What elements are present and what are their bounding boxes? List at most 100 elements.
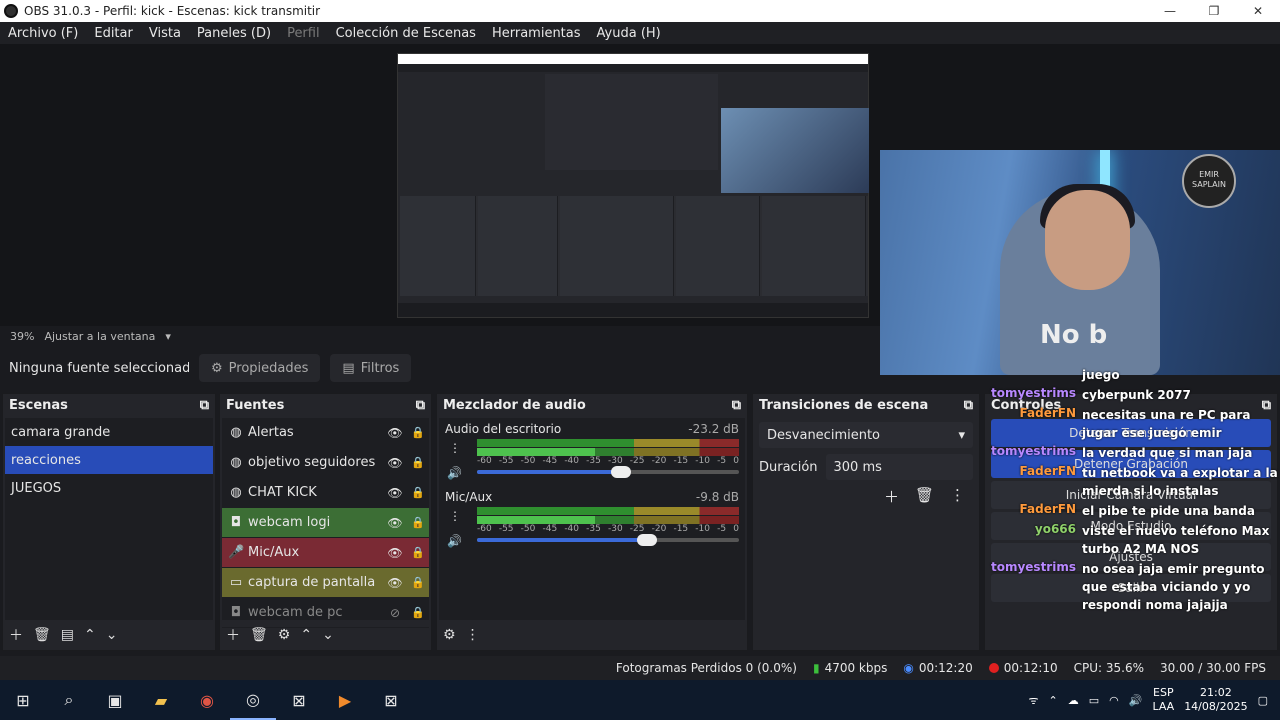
volume-meter (477, 507, 739, 515)
eye-icon[interactable]: 👁 (383, 516, 407, 530)
scene-item[interactable]: JUEGOS (5, 474, 213, 502)
chevron-down-icon[interactable]: ▾ (165, 330, 171, 343)
obs-taskbar-icon[interactable]: ◎ (230, 680, 276, 720)
file-explorer-icon[interactable]: ▰ (138, 680, 184, 720)
move-down-icon[interactable]: ⌄ (322, 627, 334, 643)
advanced-audio-gear-icon[interactable]: ⚙ (443, 627, 456, 643)
source-item[interactable]: ▭ captura de pantalla 👁 🔒 (222, 568, 429, 598)
gear-icon[interactable]: ⚙ (278, 627, 291, 643)
chat-username: FaderFN (1019, 406, 1076, 420)
menu-coleccion-escenas[interactable]: Colección de Escenas (328, 26, 484, 41)
volume-slider[interactable] (477, 466, 739, 478)
chevron-up-icon[interactable]: ⌃ (1049, 694, 1058, 707)
menu-herramientas[interactable]: Herramientas (484, 26, 589, 41)
wifi-icon[interactable]: ◠ (1109, 694, 1119, 707)
db-tick: -15 (673, 456, 689, 466)
onedrive-icon[interactable]: ☁ (1068, 694, 1079, 707)
move-down-icon[interactable]: ⌄ (106, 627, 118, 643)
clock[interactable]: 21:02 14/08/2025 (1184, 686, 1247, 714)
undock-icon[interactable]: ⧉ (964, 398, 973, 413)
filters-button[interactable]: ▤ Filtros (330, 354, 412, 382)
duration-input[interactable]: 300 ms (825, 454, 973, 480)
capcut-icon[interactable]: ⊠ (276, 680, 322, 720)
lock-icon[interactable]: 🔒 (407, 486, 429, 499)
add-icon[interactable]: ＋ (9, 625, 23, 645)
lock-icon[interactable]: 🔒 (407, 606, 429, 619)
menu-archivo[interactable]: Archivo (F) (0, 26, 86, 41)
volume-meter (477, 448, 739, 456)
menu-perfil[interactable]: Perfil (279, 26, 328, 41)
undock-icon[interactable]: ⧉ (732, 398, 741, 413)
eye-icon[interactable]: 👁 (383, 576, 407, 590)
filter-icon[interactable]: ▤ (61, 627, 74, 643)
media-player-icon[interactable]: ▶ (322, 680, 368, 720)
undock-icon[interactable]: ⧉ (416, 398, 425, 413)
source-item[interactable]: ◍ CHAT KICK 👁 🔒 (222, 478, 429, 508)
capcut-icon-2[interactable]: ⊠ (368, 680, 414, 720)
kebab-menu-icon[interactable]: ⋮ (449, 509, 461, 523)
move-up-icon[interactable]: ⌃ (84, 627, 96, 643)
eye-icon[interactable]: 👁 (383, 486, 407, 500)
lock-icon[interactable]: 🔒 (407, 516, 429, 529)
source-item[interactable]: ◍ Alertas 👁 🔒 (222, 418, 429, 448)
lock-icon[interactable]: 🔒 (407, 456, 429, 469)
mixer-channel: Audio del escritorio -23.2 dB ⋮ -60 -55 -50 -4… (439, 418, 745, 480)
notifications-icon[interactable]: ▢ (1258, 694, 1268, 707)
menu-paneles[interactable]: Paneles (D) (189, 26, 279, 41)
volume-icon[interactable]: 🔊 (1129, 694, 1143, 707)
stream-time-value: 00:12:20 (918, 661, 973, 675)
search-icon[interactable]: ⌕ (46, 680, 92, 720)
lock-icon[interactable]: 🔒 (407, 546, 429, 559)
trash-icon[interactable]: 🗑 (915, 486, 934, 507)
language-indicator[interactable]: ESP LAA (1152, 686, 1174, 714)
preview-nested-menu (398, 64, 868, 72)
transition-select[interactable]: Desvanecimiento ▾ (759, 422, 973, 448)
no-source-label: Ninguna fuente seleccionada (9, 360, 189, 376)
speaker-icon[interactable]: 🔊 (447, 466, 462, 480)
kebab-menu-icon[interactable]: ⋮ (950, 486, 965, 507)
menu-editar[interactable]: Editar (86, 26, 141, 41)
trash-icon[interactable]: 🗑 (33, 627, 51, 643)
slider-knob[interactable] (611, 466, 632, 478)
lock-icon[interactable]: 🔒 (407, 426, 429, 439)
eye-icon[interactable]: 👁 (383, 456, 407, 470)
chrome-icon[interactable]: ◉ (184, 680, 230, 720)
source-item[interactable]: 🎤 Mic/Aux 👁 🔒 (222, 538, 429, 568)
volume-slider[interactable] (477, 534, 739, 546)
gear-icon: ⚙ (211, 360, 223, 376)
zoom-fit[interactable]: Ajustar a la ventana (44, 330, 155, 343)
trash-icon[interactable]: 🗑 (250, 627, 268, 643)
eye-icon[interactable]: 👁 (383, 546, 407, 560)
eye-off-icon[interactable]: ⊘ (383, 606, 407, 620)
windows-start-icon[interactable]: ⊞ (0, 680, 46, 720)
eye-icon[interactable]: 👁 (383, 426, 407, 440)
source-item[interactable]: ◘ webcam logi 👁 🔒 (222, 508, 429, 538)
add-icon[interactable]: ＋ (226, 625, 240, 645)
db-tick: -25 (629, 524, 645, 534)
close-button[interactable]: ✕ (1236, 0, 1280, 22)
person-wifi-icon[interactable]: ᯤ (1028, 693, 1038, 708)
add-icon[interactable]: ＋ (884, 486, 899, 507)
task-view-icon[interactable]: ▣ (92, 680, 138, 720)
scene-item-selected[interactable]: reacciones (5, 446, 213, 474)
menu-vista[interactable]: Vista (141, 26, 189, 41)
scene-item[interactable]: camara grande (5, 418, 213, 446)
kebab-menu-icon[interactable]: ⋮ (466, 627, 480, 643)
move-up-icon[interactable]: ⌃ (300, 627, 312, 643)
battery-icon[interactable]: ▭ (1089, 694, 1099, 707)
source-item[interactable]: ◍ objetivo seguidores 👁 🔒 (222, 448, 429, 478)
globe-icon: ◍ (230, 455, 242, 470)
properties-button[interactable]: ⚙ Propiedades (199, 354, 321, 382)
program-preview[interactable] (397, 53, 869, 318)
db-tick: 0 (733, 524, 739, 534)
slider-knob[interactable] (637, 534, 658, 546)
restore-button[interactable]: ❐ (1192, 0, 1236, 22)
kebab-menu-icon[interactable]: ⋮ (449, 441, 461, 455)
undock-icon[interactable]: ⧉ (200, 398, 209, 413)
menu-ayuda[interactable]: Ayuda (H) (589, 26, 669, 41)
channel-logo: EMIR SAPLAIN (1182, 154, 1236, 208)
zoom-value[interactable]: 39% (10, 330, 34, 343)
lock-icon[interactable]: 🔒 (407, 576, 429, 589)
minimize-button[interactable]: — (1148, 0, 1192, 22)
speaker-icon[interactable]: 🔊 (447, 534, 462, 548)
